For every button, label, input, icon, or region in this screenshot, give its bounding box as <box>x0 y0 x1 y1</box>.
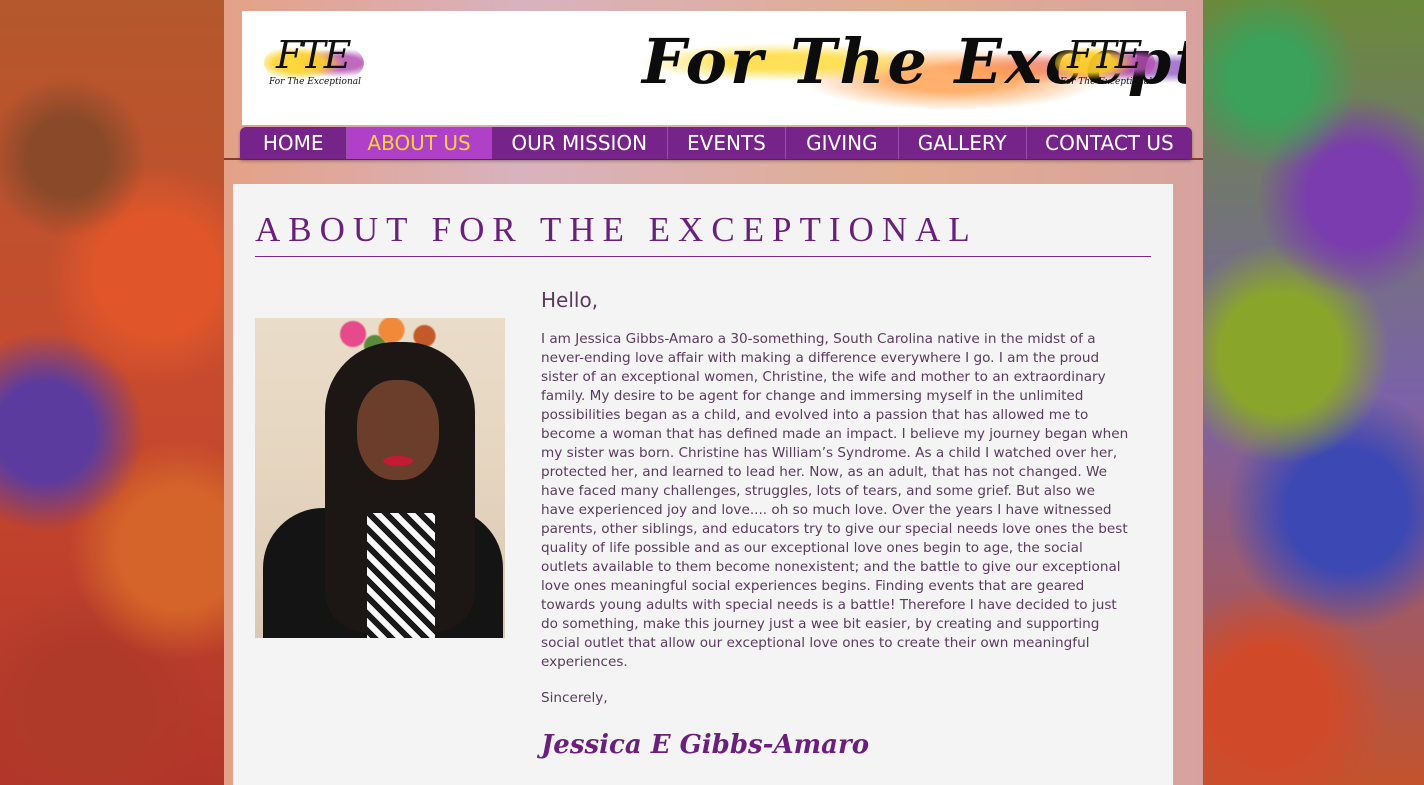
content-panel: ABOUT FOR THE EXCEPTIONAL Hello, I am Je… <box>233 184 1173 785</box>
nav-item-about-us[interactable]: ABOUT US <box>347 127 492 159</box>
greeting: Hello, <box>541 288 599 312</box>
logo-left[interactable]: FTE For The Exceptional <box>256 33 370 93</box>
about-body: I am Jessica Gibbs-Amaro a 30-something,… <box>541 331 1129 670</box>
nav-item-our-mission[interactable]: OUR MISSION <box>492 127 668 159</box>
nav-item-events[interactable]: EVENTS <box>668 127 787 159</box>
nav-item-giving[interactable]: GIVING <box>786 127 899 159</box>
logo-subtitle: For The Exceptional <box>1059 77 1153 87</box>
nav-item-contact-us[interactable]: CONTACT US <box>1027 127 1192 159</box>
about-text-column: Hello, I am Jessica Gibbs-Amaro a 30-som… <box>541 288 1131 760</box>
paint-splatter-background-left <box>0 0 224 785</box>
photo-lips <box>383 456 413 466</box>
header-banner: FTE For The Exceptional For The Exceptio… <box>242 11 1186 125</box>
main-nav: HOME ABOUT US OUR MISSION EVENTS GIVING … <box>240 127 1192 159</box>
nav-item-home[interactable]: HOME <box>240 127 348 159</box>
closing: Sincerely, <box>541 690 608 706</box>
founder-photo <box>255 318 505 638</box>
photo-shirt <box>367 513 435 638</box>
nav-item-gallery[interactable]: GALLERY <box>899 127 1027 159</box>
title-divider <box>255 256 1151 257</box>
signature: Jessica E Gibbs-Amaro <box>541 730 870 760</box>
logo-mark: FTE <box>1067 33 1142 77</box>
logo-right[interactable]: FTE For The Exceptional <box>1047 33 1161 93</box>
logo-subtitle: For The Exceptional <box>268 77 362 87</box>
logo-mark: FTE <box>276 33 351 77</box>
paint-splatter-background-right <box>1203 0 1424 785</box>
page-title: ABOUT FOR THE EXCEPTIONAL <box>255 210 978 249</box>
